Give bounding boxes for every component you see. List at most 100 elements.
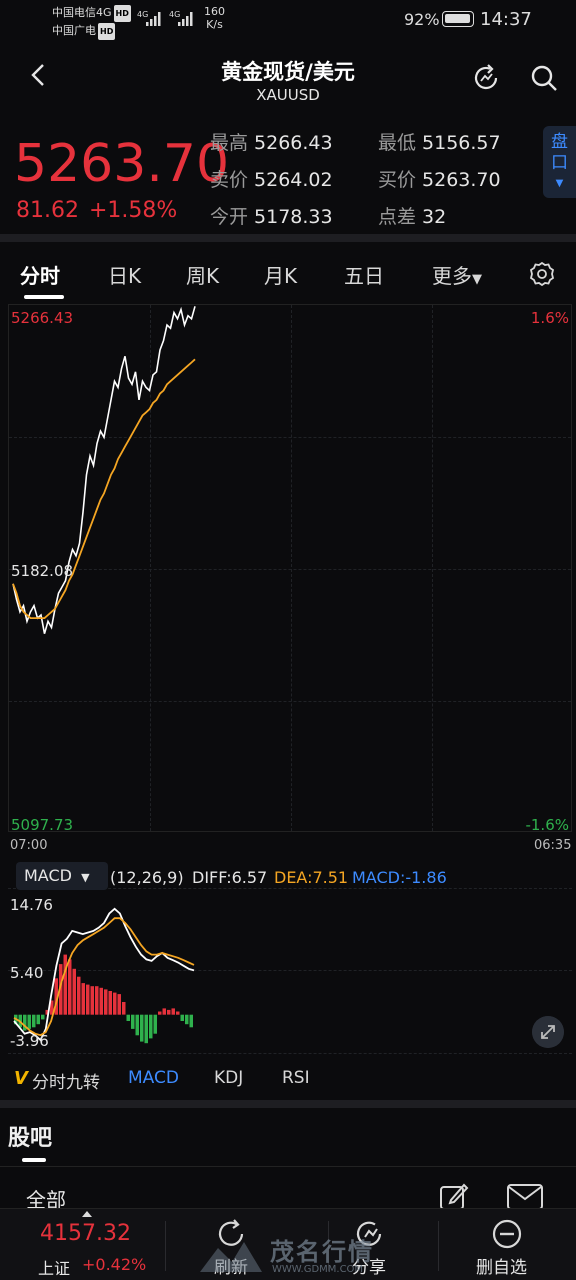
stat-value: 5266.43 <box>254 132 333 154</box>
section-divider <box>0 1100 576 1108</box>
macd-histogram-bar <box>90 986 94 1015</box>
tab-more-label: 更多 <box>432 264 472 288</box>
price-change: 81.62 +1.58% <box>16 198 187 223</box>
remove-circle-icon[interactable] <box>490 1217 524 1251</box>
tab-macd[interactable]: MACD <box>128 1068 179 1088</box>
battery-percent: 92% <box>404 10 440 29</box>
macd-diff-value: DIFF:6.57 <box>192 868 268 887</box>
hd-badge-1: HD <box>113 5 131 22</box>
macd-histogram-bar <box>122 1002 126 1015</box>
tab-rsi[interactable]: RSI <box>282 1068 310 1088</box>
macd-histogram-bar <box>113 992 117 1015</box>
forum-title[interactable]: 股吧 <box>8 1120 52 1152</box>
macd-histogram-bar <box>81 983 85 1015</box>
y-axis-bottom-label: 5097.73 <box>11 816 74 834</box>
tab-kdj[interactable]: KDJ <box>214 1068 243 1088</box>
watermark-text: 茂名行情 <box>270 1238 374 1266</box>
stat-label: 最高 <box>210 132 249 154</box>
macd-histogram-bar <box>144 1014 148 1044</box>
index-name: 上证 <box>38 1259 71 1278</box>
macd-histogram-bar <box>185 1014 189 1025</box>
status-bar: 中国电信4G HD 中国广电 HD 4G 4G 160 K/s 92% 14:37 <box>0 0 576 40</box>
macd-histogram-bar <box>27 1014 31 1029</box>
refresh-icon[interactable] <box>470 62 502 94</box>
separator <box>165 1221 166 1271</box>
stat-label: 买价 <box>378 169 417 191</box>
network-speed: 160 K/s <box>204 5 225 31</box>
y-axis-top-label: 5266.43 <box>11 309 74 327</box>
macd-params: (12,26,9) <box>110 868 184 887</box>
speed-unit: K/s <box>206 18 223 31</box>
caret-down-icon: ▼ <box>81 871 90 884</box>
v-logo-icon: V <box>14 1068 28 1089</box>
tab-five-day[interactable]: 五日 <box>344 260 384 289</box>
period-tabs: 分时 日K 周K 月K 五日 更多▼ <box>0 242 576 304</box>
quote-panel: 5263.70 81.62 +1.58% 最高 5266.43 最低 5156.57 … <box>0 118 576 234</box>
forum-tab-indicator <box>22 1158 46 1162</box>
macd-histogram-bar <box>117 994 121 1015</box>
stat-label: 最低 <box>378 132 417 154</box>
search-icon[interactable] <box>528 62 560 94</box>
stat-value: 5263.70 <box>422 169 501 191</box>
pct-axis-bottom-label: -1.6% <box>525 816 569 834</box>
remove-watchlist-label[interactable]: 删自选 <box>476 1253 527 1278</box>
signal-icon-2 <box>178 12 193 26</box>
tab-daily-k[interactable]: 日K <box>108 260 141 289</box>
caret-down-icon: ▼ <box>472 272 482 287</box>
macd-histogram-bar <box>41 1014 45 1020</box>
signal-icon-1 <box>146 12 161 26</box>
macd-histogram-bar <box>63 954 67 1015</box>
indicator-select[interactable]: MACD ▼ <box>16 862 108 890</box>
indicator-select-value: MACD <box>24 866 72 885</box>
carrier-info: 中国电信4G HD 中国广电 HD <box>52 4 131 40</box>
fullscreen-icon[interactable] <box>532 1016 564 1048</box>
macd-histogram-bar <box>108 991 112 1015</box>
macd-histogram-bar <box>153 1014 157 1034</box>
macd-histogram-bar <box>72 968 76 1015</box>
macd-histogram-bar <box>140 1014 144 1042</box>
intraday-chart[interactable]: 5266.43 5182.08 5097.73 1.6% -1.6% <box>8 304 572 834</box>
stat-high: 最高 5266.43 <box>210 128 333 155</box>
stat-value: 32 <box>422 206 447 228</box>
macd-histogram-bar <box>95 986 99 1015</box>
macd-histogram-bar <box>162 1008 166 1015</box>
x-axis-end-label: 06:35 <box>534 838 572 853</box>
macd-histogram-bar <box>104 989 108 1015</box>
tab-jiuzhuan[interactable]: 分时九转 <box>32 1068 100 1093</box>
watermark-url: WWW.GDMM.COM <box>272 1264 364 1275</box>
macd-histogram-bar <box>158 1011 162 1015</box>
macd-histogram-bar <box>180 1014 184 1021</box>
macd-histogram-bar <box>189 1014 193 1028</box>
tab-weekly-k[interactable]: 周K <box>186 260 219 289</box>
separator <box>438 1221 439 1271</box>
macd-histogram-bar <box>86 984 90 1015</box>
price-line-chart <box>12 306 196 634</box>
stat-open: 今开 5178.33 <box>210 202 333 229</box>
carrier-2: 中国广电 <box>52 24 96 37</box>
stat-label: 点差 <box>378 206 417 228</box>
header: 黄金现货/美元 XAUUSD <box>0 40 576 112</box>
current-price: 5263.70 <box>14 134 230 194</box>
divider-line <box>0 1166 576 1167</box>
index-value[interactable]: 4157.32 <box>40 1221 131 1246</box>
pankou-button[interactable]: 盘口 ▼ <box>543 126 576 198</box>
carrier-1: 中国电信4G <box>52 6 112 19</box>
macd-macd-value: MACD:-1.86 <box>352 868 447 887</box>
macd-histogram-bar <box>99 987 103 1015</box>
macd-histogram-bar <box>171 1008 175 1015</box>
tab-more[interactable]: 更多▼ <box>432 260 482 289</box>
pankou-label: 盘口 <box>551 132 568 173</box>
indicator-tabs: V 分时九转 MACD KDJ RSI <box>0 1060 576 1096</box>
stat-sell: 卖价 5264.02 <box>210 165 333 192</box>
index-change-percent: +0.42% <box>82 1255 147 1274</box>
tab-monthly-k[interactable]: 月K <box>264 260 297 289</box>
macd-histogram-bar <box>135 1014 139 1036</box>
pct-axis-top-label: 1.6% <box>530 309 569 327</box>
stat-label: 卖价 <box>210 169 249 191</box>
x-axis-start-label: 07:00 <box>10 838 48 853</box>
tab-intraday[interactable]: 分时 <box>20 260 60 289</box>
macd-histogram-bar <box>131 1014 135 1029</box>
active-tab-indicator <box>24 295 64 299</box>
battery-icon <box>442 11 474 27</box>
gear-icon[interactable] <box>528 260 556 288</box>
